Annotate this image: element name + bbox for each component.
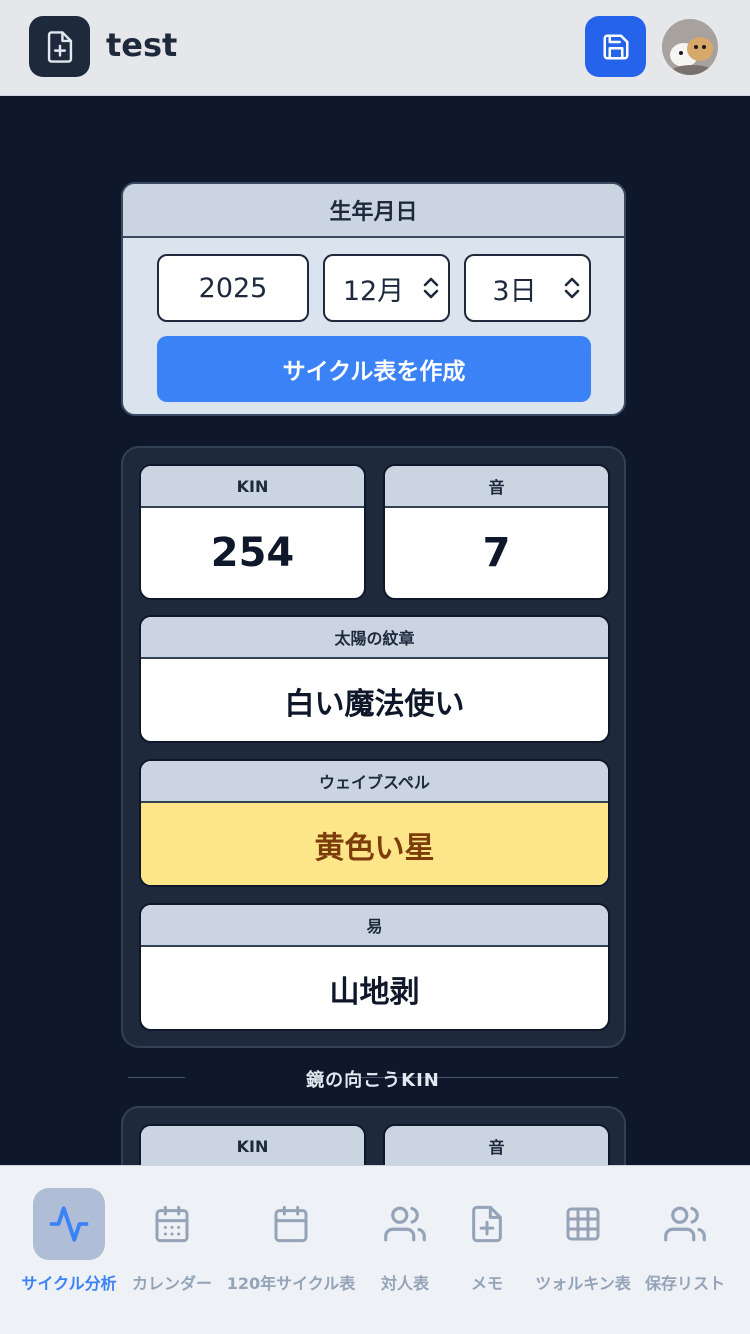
- create-cycle-button[interactable]: サイクル表を作成: [157, 336, 591, 402]
- iching-value: 山地剥: [329, 975, 420, 1010]
- wavespell-box: ウェイブスペル 黄色い星: [139, 759, 610, 887]
- wavespell-value: 黄色い星: [141, 803, 608, 885]
- activity-icon: [49, 1206, 89, 1242]
- birthdate-title: 生年月日: [123, 184, 624, 238]
- iching-label: 易: [141, 905, 608, 947]
- kin-box: KIN 254: [139, 464, 366, 600]
- calendar-icon: [274, 1205, 308, 1243]
- app-title: test: [106, 26, 178, 64]
- file-plus-icon: [472, 1205, 502, 1243]
- nav-120-year-cycle[interactable]: 120年サイクル表: [224, 1188, 358, 1308]
- mirror-kin-label: KIN: [141, 1126, 364, 1168]
- app-header: test: [0, 0, 750, 96]
- nav-tzolkin[interactable]: ツォルキン表: [532, 1188, 634, 1308]
- bottom-nav: サイクル分析 カレンダー 120年サイクル表 対人表 メモ ツォルキン表 保存リ…: [0, 1165, 750, 1334]
- grid-icon: [566, 1207, 600, 1241]
- tone-box: 音 7: [383, 464, 610, 600]
- wavespell-label: ウェイブスペル: [141, 761, 608, 803]
- file-plus-icon[interactable]: [29, 16, 90, 77]
- save-button[interactable]: [585, 16, 646, 77]
- iching-box: 易 山地剥: [139, 903, 610, 1031]
- kin-value: 254: [210, 530, 295, 576]
- mirror-kin-heading: 鏡の向こうKIN: [306, 1070, 440, 1091]
- year-input[interactable]: 2025: [157, 254, 309, 322]
- birthdate-form: 生年月日 2025 12月 3日 サイクル表を作成: [121, 182, 626, 416]
- solar-seal-label: 太陽の紋章: [141, 617, 608, 659]
- kin-label: KIN: [141, 466, 364, 508]
- nav-cycle-analysis[interactable]: サイクル分析: [18, 1188, 120, 1308]
- save-icon: [603, 34, 628, 59]
- users-icon: [664, 1206, 706, 1242]
- mirror-tone-label: 音: [385, 1126, 608, 1168]
- date-inputs: 2025 12月 3日: [157, 254, 591, 322]
- solar-seal-value: 白い魔法使い: [284, 687, 465, 722]
- updown-chevron-icon: [422, 275, 442, 301]
- nav-calendar[interactable]: カレンダー: [128, 1188, 216, 1308]
- updown-chevron-icon: [563, 275, 583, 301]
- calendar-grid-icon: [155, 1205, 189, 1243]
- solar-seal-box: 太陽の紋章 白い魔法使い: [139, 615, 610, 743]
- month-select[interactable]: 12月: [323, 254, 450, 322]
- users-icon: [384, 1206, 426, 1242]
- avatar[interactable]: [662, 19, 718, 75]
- nav-relations[interactable]: 対人表: [370, 1188, 440, 1308]
- day-select[interactable]: 3日: [464, 254, 591, 322]
- mirror-kin-divider: 鏡の向こうKIN: [128, 1064, 618, 1092]
- result-panel: KIN 254 音 7 太陽の紋章 白い魔法使い ウェイブスペル 黄色い星 易 …: [121, 446, 626, 1048]
- nav-memo[interactable]: メモ: [452, 1188, 522, 1308]
- nav-saved-list[interactable]: 保存リスト: [642, 1188, 728, 1308]
- tone-value: 7: [482, 530, 511, 576]
- tone-label: 音: [385, 466, 608, 508]
